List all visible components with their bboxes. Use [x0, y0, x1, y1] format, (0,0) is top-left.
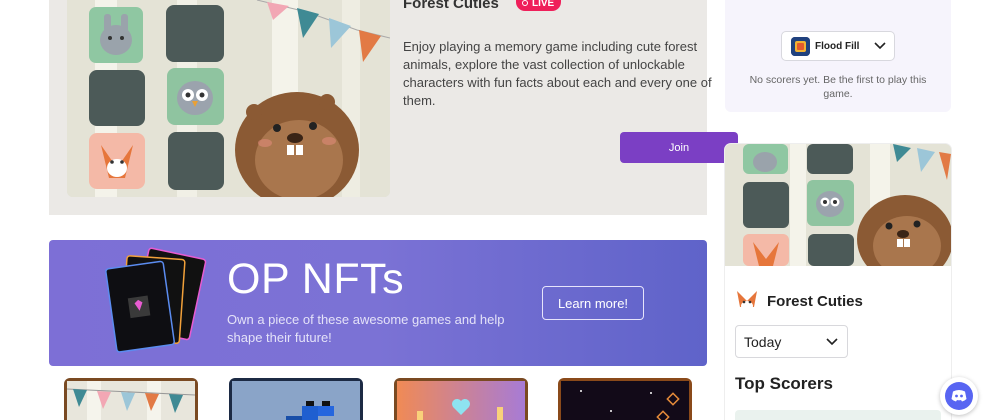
live-badge: LIVE [516, 0, 562, 11]
period-select-value: Today [744, 333, 782, 350]
nft-cards-icon [105, 247, 207, 353]
nft-banner: OP NFTs Own a piece of these awesome gam… [49, 240, 707, 366]
live-dot-icon [522, 0, 528, 6]
period-select-dropdown[interactable]: Today [735, 325, 848, 358]
featured-game-title[interactable]: Forest Cuties [403, 0, 499, 12]
flood-fill-game-icon [791, 36, 810, 56]
scorers-panel: Flood Fill No scorers yet. Be the first … [725, 0, 951, 112]
top-scorer-row [735, 410, 941, 420]
discord-button[interactable] [940, 377, 978, 415]
nft-banner-description: Own a piece of these awesome games and h… [227, 312, 505, 345]
game-select-dropdown[interactable]: Flood Fill [781, 31, 895, 61]
game-thumbnail-heart[interactable] [394, 378, 528, 420]
page: Forest Cuties LIVE Enjoy playing a memor… [0, 0, 1000, 420]
game-leaderboard-card: Forest Cuties Today Top Scorers [725, 144, 951, 420]
chevron-down-icon [874, 42, 887, 50]
game-card-artwork[interactable] [725, 144, 951, 266]
game-thumbnail-blocks[interactable] [229, 378, 363, 420]
featured-game-card: Forest Cuties LIVE Enjoy playing a memor… [49, 0, 738, 215]
game-thumbnail-forest[interactable] [64, 378, 198, 420]
featured-game-artwork[interactable] [67, 0, 390, 197]
top-scorers-heading: Top Scorers [735, 374, 833, 393]
chevron-down-icon [826, 338, 838, 346]
live-badge-label: LIVE [532, 0, 555, 9]
nft-banner-title: OP NFTs [227, 255, 405, 303]
game-select-value: Flood Fill [815, 40, 860, 52]
game-thumbnail-space[interactable] [558, 378, 692, 420]
learn-more-button[interactable]: Learn more! [542, 286, 644, 320]
discord-icon [945, 382, 973, 410]
no-scorers-message: No scorers yet. Be the first to play thi… [749, 74, 927, 100]
fox-icon [737, 291, 757, 311]
featured-game-description: Enjoy playing a memory game including cu… [403, 39, 712, 108]
game-card-header: Forest Cuties [735, 289, 863, 313]
join-button[interactable]: Join [620, 132, 738, 163]
game-card-title[interactable]: Forest Cuties [767, 293, 863, 310]
